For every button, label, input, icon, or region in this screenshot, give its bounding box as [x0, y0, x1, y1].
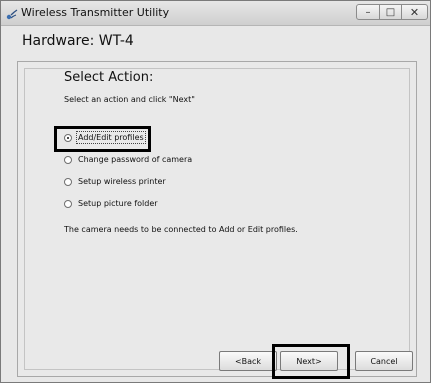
close-button[interactable]: ✕	[402, 4, 428, 20]
next-button[interactable]: Next>	[280, 351, 338, 371]
option-change-password[interactable]: Change password of camera	[64, 155, 192, 164]
application-window: Wireless Transmitter Utility – □ ✕ Hardw…	[0, 0, 431, 383]
maximize-icon: □	[385, 6, 396, 18]
minimize-button[interactable]: –	[356, 4, 380, 20]
cancel-button[interactable]: Cancel	[355, 351, 413, 371]
close-icon: ✕	[409, 5, 420, 19]
connection-note: The camera needs to be connected to Add …	[64, 225, 298, 234]
wireless-transmitter-app-icon	[5, 6, 18, 20]
action-panel	[17, 61, 417, 377]
action-panel-inner	[24, 68, 410, 370]
radio-unchecked-icon[interactable]	[64, 155, 72, 164]
back-button[interactable]: <Back	[219, 351, 277, 371]
minimize-icon: –	[365, 6, 371, 18]
radio-unchecked-icon[interactable]	[64, 177, 72, 186]
option-label: Setup picture folder	[78, 199, 158, 208]
instruction-text: Select an action and click "Next"	[64, 95, 195, 104]
option-setup-picture-folder[interactable]: Setup picture folder	[64, 199, 158, 208]
option-label: Change password of camera	[78, 155, 193, 164]
option-add-edit-profiles[interactable]: Add/Edit profiles	[64, 131, 146, 144]
hardware-title: Hardware: WT-4	[22, 33, 134, 49]
option-label: Setup wireless printer	[78, 177, 166, 186]
maximize-button[interactable]: □	[380, 4, 402, 20]
select-action-heading: Select Action:	[64, 70, 154, 85]
radio-checked-icon[interactable]	[64, 133, 72, 142]
option-label: Add/Edit profiles	[76, 131, 146, 144]
option-setup-wireless-printer[interactable]: Setup wireless printer	[64, 177, 166, 186]
title-bar[interactable]: Wireless Transmitter Utility – □ ✕	[1, 1, 430, 26]
radio-unchecked-icon[interactable]	[64, 199, 72, 208]
window-title: Wireless Transmitter Utility	[21, 6, 170, 19]
